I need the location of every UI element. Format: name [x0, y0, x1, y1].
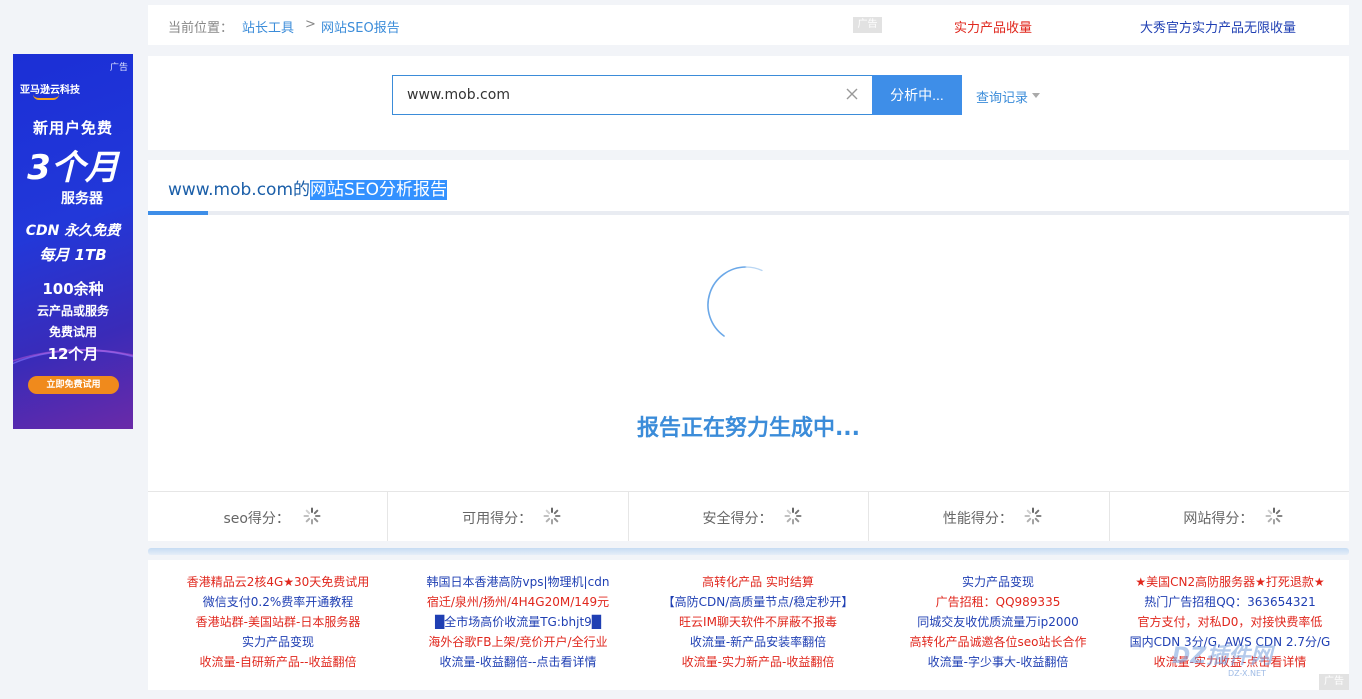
ad-link[interactable]: 香港精品云2核4G★30天免费试用 [158, 572, 398, 592]
score-cell-usability: 可用得分： [388, 492, 629, 541]
loading-small-icon [1265, 507, 1283, 525]
breadcrumb-link-tools[interactable]: 站长工具 [242, 17, 294, 36]
clear-icon[interactable] [844, 86, 860, 102]
loading-small-icon [543, 507, 561, 525]
loading-spinner-icon [707, 266, 763, 337]
ad-link[interactable]: █全市场高价收流量TG:bhjt9█ [398, 612, 638, 632]
ad-link[interactable]: 广告招租：QQ989335 [878, 592, 1118, 612]
ad-link[interactable]: 收流量-收益翻倍--点击看详情 [398, 652, 638, 672]
ad-link[interactable]: 韩国日本香港高防vps|物理机|cdn [398, 572, 638, 592]
loading-small-icon [1024, 507, 1042, 525]
breadcrumb-link-seo-report[interactable]: 网站SEO报告 [321, 17, 400, 36]
ad-tag: 广告 [853, 17, 882, 33]
title-underline [148, 211, 1349, 215]
ad-column: 香港精品云2核4G★30天免费试用 微信支付0.2%费率开通教程 香港站群-美国… [158, 572, 398, 672]
score-cell-website: 网站得分： [1110, 492, 1349, 541]
ad-link[interactable]: 微信支付0.2%费率开通教程 [158, 592, 398, 612]
side-ad-banner[interactable]: 广告 亚马逊云科技 新用户免费 3个月 服务器 CDN 永久免费 每月 1TB … [13, 54, 133, 429]
generating-message: 报告正在努力生成中... [636, 416, 861, 441]
ad-link[interactable]: 收流量-字少事大-收益翻倍 [878, 652, 1118, 672]
analyze-button[interactable]: 分析中... [872, 75, 962, 115]
query-history-link[interactable]: 查询记录 [976, 87, 1028, 106]
ad-tag: 广告 [109, 63, 128, 73]
report-title-domain: www.mob.com的 [168, 180, 311, 200]
domain-search-input[interactable] [407, 76, 827, 114]
ad-link[interactable]: 旺云IM聊天软件不屏蔽不报毒 [638, 612, 878, 632]
ad-link[interactable]: 实力产品变现 [878, 572, 1118, 592]
search-panel: 分析中... 查询记录 [148, 56, 1349, 150]
ad-text: 云产品或服务 [36, 304, 109, 318]
ad-text: CDN 永久免费 [25, 223, 121, 239]
score-cell-performance: 性能得分： [869, 492, 1110, 541]
ad-link[interactable]: 高转化产品 实时结算 [638, 572, 878, 592]
ad-link[interactable]: 【高防CDN/高质量节点/稳定秒开】 [638, 592, 878, 612]
score-label: 性能得分： [942, 511, 1013, 527]
score-label: 可用得分： [462, 511, 533, 527]
score-row: seo得分： 可用得分： 安全得分： 性能得分： 网站得分： [148, 491, 1349, 541]
ad-text: 服务器 [61, 191, 103, 207]
ad-text: 100余种 [42, 280, 104, 298]
breadcrumb-label: 当前位置： [168, 21, 234, 36]
ad-column: 高转化产品 实时结算 【高防CDN/高质量节点/稳定秒开】 旺云IM聊天软件不屏… [638, 572, 878, 672]
breadcrumb-separator: > [305, 17, 316, 32]
ad-headline: 3个月 [27, 148, 119, 188]
ad-link[interactable]: 高转化产品诚邀各位seo站长合作 [878, 632, 1118, 652]
title-underline-accent [148, 211, 208, 215]
loading-small-icon [303, 507, 321, 525]
score-label: seo得分： [223, 511, 290, 527]
text-ads-panel: 香港精品云2核4G★30天免费试用 微信支付0.2%费率开通教程 香港站群-美国… [148, 560, 1349, 690]
ad-link[interactable]: 热门广告招租QQ：363654321 [1110, 592, 1350, 612]
smile-logo-icon [33, 94, 59, 100]
score-label: 安全得分： [702, 511, 773, 527]
watermark-sub: DZ-X.NET [1228, 669, 1266, 678]
caret-down-icon[interactable] [1032, 93, 1040, 98]
score-label: 网站得分： [1183, 511, 1254, 527]
ad-tag: 广告 [1319, 674, 1349, 690]
search-box [392, 75, 872, 115]
ad-link[interactable]: ★美国CN2高防服务器★打死退款★ [1110, 572, 1350, 592]
section-divider [148, 548, 1349, 555]
ad-link[interactable]: 海外谷歌FB上架/竞价开户/全行业 [398, 632, 638, 652]
ad-link[interactable]: 收流量-新产品安装率翻倍 [638, 632, 878, 652]
ad-link[interactable]: 实力产品变现 [158, 632, 398, 652]
score-cell-security: 安全得分： [629, 492, 870, 541]
ad-link[interactable]: 宿迁/泉州/扬州/4H4G20M/149元 [398, 592, 638, 612]
report-title-highlight: 网站SEO分析报告 [310, 180, 447, 200]
ad-link[interactable]: 同城交友收优质流量万ip2000 [878, 612, 1118, 632]
ad-link[interactable]: 收流量-实力新产品-收益翻倍 [638, 652, 878, 672]
ad-link[interactable]: 收流量-自研新产品--收益翻倍 [158, 652, 398, 672]
top-ad-link[interactable]: 实力产品收量 [954, 17, 1032, 36]
ad-trial-button[interactable]: 立即免费试用 [28, 376, 119, 394]
score-cell-seo: seo得分： [148, 492, 389, 541]
loading-small-icon [784, 507, 802, 525]
report-title: www.mob.com的网站SEO分析报告 [168, 175, 447, 200]
watermark: DZ插件网 [1172, 644, 1273, 669]
ad-text: 每月 1TB [39, 246, 107, 264]
ad-link[interactable]: 香港站群-美国站群-日本服务器 [158, 612, 398, 632]
ad-link[interactable]: 官方支付，对私D0，对接快费率低 [1110, 612, 1350, 632]
ad-column: 韩国日本香港高防vps|物理机|cdn 宿迁/泉州/扬州/4H4G20M/149… [398, 572, 638, 672]
breadcrumb-bar: 当前位置： 站长工具 > 网站SEO报告 广告 实力产品收量 大秀官方实力产品无… [148, 5, 1349, 45]
top-ad-link[interactable]: 大秀官方实力产品无限收量 [1140, 17, 1296, 36]
ad-text: 12个月 [47, 345, 99, 363]
report-panel: www.mob.com的网站SEO分析报告 报告正在努力生成中... seo得分… [148, 160, 1349, 541]
ad-text: 新用户免费 [32, 119, 113, 137]
ad-text: 免费试用 [48, 325, 97, 339]
ad-column: 实力产品变现 广告招租：QQ989335 同城交友收优质流量万ip2000 高转… [878, 572, 1118, 672]
